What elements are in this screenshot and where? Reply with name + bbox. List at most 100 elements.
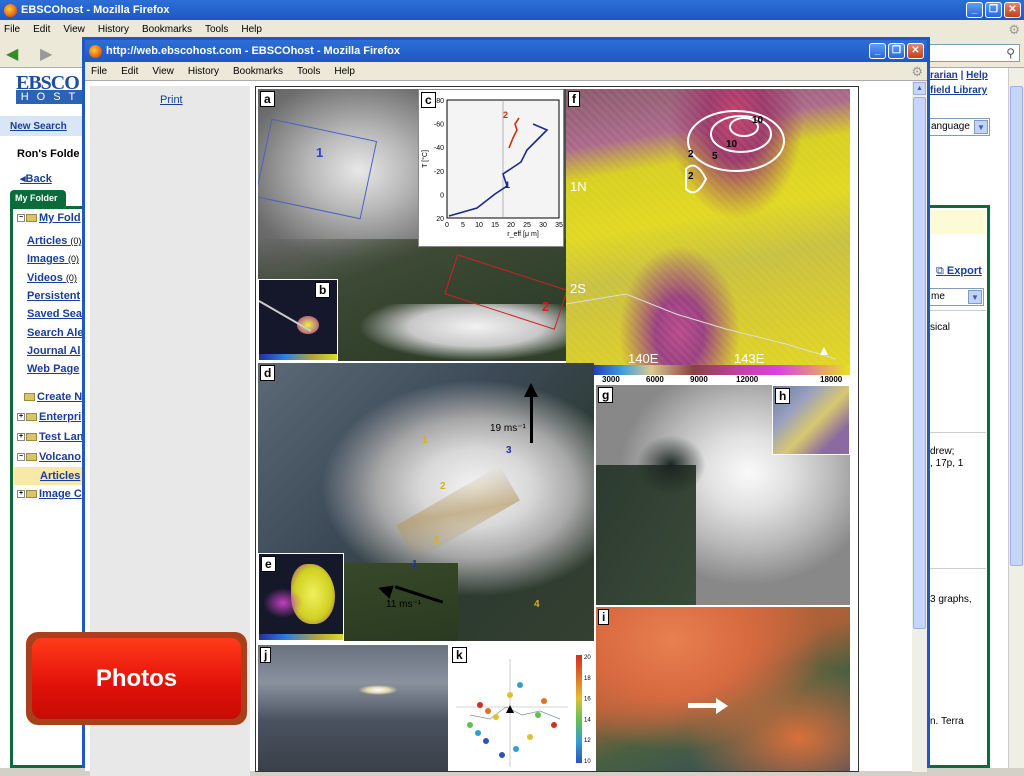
popup-menu-edit[interactable]: Edit — [121, 66, 138, 77]
result-text: , 17p, 1 — [930, 458, 964, 469]
expand-icon[interactable]: + — [17, 433, 25, 442]
print-link[interactable]: Print — [160, 94, 183, 106]
volcano-marker — [506, 705, 514, 713]
volcano-figure: 1 2 a b -80 -60 -40 -20 0 20 0 5 10 15 20 25 30 35 T [… — [255, 86, 859, 772]
panel-c-label: c — [421, 92, 436, 108]
outer-menu-help[interactable]: Help — [241, 24, 262, 35]
popup-close-button[interactable]: ✕ — [907, 43, 924, 59]
outer-scroll-thumb[interactable] — [1010, 86, 1023, 566]
forward-arrow-icon[interactable]: ▶ — [40, 44, 60, 63]
result-text: sical — [930, 322, 951, 333]
colorbar-tick-label: 10 — [584, 759, 591, 765]
library-link[interactable]: field Library — [930, 85, 987, 96]
collapse-icon[interactable]: − — [17, 214, 25, 223]
firefox-icon — [4, 3, 17, 17]
scatter-point — [527, 734, 533, 740]
outer-menu-view[interactable]: View — [63, 24, 85, 35]
outer-minimize-button[interactable]: _ — [966, 2, 983, 18]
expand-icon[interactable]: + — [17, 413, 25, 422]
popup-menu-view[interactable]: View — [152, 66, 174, 77]
folder-item-videos[interactable]: Videos (0) — [27, 272, 77, 284]
search-icon: ⚲ — [1006, 46, 1015, 60]
outer-close-button[interactable]: ✕ — [1004, 2, 1021, 18]
arrow-head-icon — [716, 698, 728, 714]
outer-menu-history[interactable]: History — [98, 24, 129, 35]
popup-menu-file[interactable]: File — [91, 66, 107, 77]
outer-menu-edit[interactable]: Edit — [33, 24, 50, 35]
folder-item-my-folder[interactable]: − My Fold — [17, 212, 81, 224]
expand-icon[interactable]: + — [17, 490, 25, 499]
folder-item-saved-searches[interactable]: Saved Sea — [27, 308, 82, 320]
panel-f-label: f — [568, 91, 580, 107]
popup-scrollbar[interactable]: ▲ — [912, 81, 927, 772]
region-box-1 — [258, 118, 378, 220]
my-folder-tab[interactable]: My Folder — [10, 190, 66, 206]
scatter-point — [477, 702, 483, 708]
outer-search-input[interactable]: ⚲ — [924, 44, 1020, 62]
new-search-link[interactable]: New Search — [10, 121, 67, 132]
folder-icon — [26, 214, 37, 223]
x-tick-label: 15 — [491, 222, 499, 229]
popup-menu-history[interactable]: History — [188, 66, 219, 77]
back-link[interactable]: ◂Back — [20, 172, 52, 185]
panel-j-label: j — [260, 647, 272, 663]
popup-menu-tools[interactable]: Tools — [297, 66, 320, 77]
librarian-link[interactable]: rarian — [930, 70, 958, 81]
outer-maximize-button[interactable]: ❐ — [985, 2, 1002, 18]
folder-item-search-alerts[interactable]: Search Ale — [27, 327, 83, 339]
outer-menu-tools[interactable]: Tools — [205, 24, 228, 35]
results-header-bar — [928, 210, 986, 234]
photos-button[interactable]: Photos — [26, 632, 247, 725]
folder-item-volcano[interactable]: − Volcano — [17, 451, 81, 463]
outer-menu-bookmarks[interactable]: Bookmarks — [142, 24, 192, 35]
popup-title-bar: http://web.ebscohost.com - EBSCOhost - M… — [85, 40, 927, 62]
photos-button-label: Photos — [32, 638, 241, 719]
popup-menu-bookmarks[interactable]: Bookmarks — [233, 66, 283, 77]
popup-menu-help[interactable]: Help — [334, 66, 355, 77]
popup-scroll-thumb[interactable] — [913, 97, 926, 629]
scatter-point — [507, 692, 513, 698]
x-tick-label: 0 — [445, 222, 449, 229]
folder-item-web-pages[interactable]: Web Page — [27, 363, 79, 375]
popup-minimize-button[interactable]: _ — [869, 43, 886, 59]
sort-select[interactable]: me ▼ — [928, 288, 984, 306]
export-link[interactable]: ⧉ Export — [936, 265, 982, 278]
scatter-point — [517, 682, 523, 688]
panel-k-label: k — [452, 647, 467, 663]
outer-scrollbar[interactable] — [1008, 68, 1024, 768]
folder-item-persistent[interactable]: Persistent — [27, 290, 80, 302]
folder-item-volcano-articles[interactable]: Articles — [40, 470, 80, 482]
panel-b: b — [258, 279, 338, 361]
contour-overlay — [566, 110, 837, 360]
folder-item-image-collection[interactable]: + Image C — [17, 488, 82, 500]
folder-item-articles[interactable]: Articles (0) — [27, 235, 81, 247]
folder-item-test-lan[interactable]: + Test Lan — [17, 431, 83, 443]
back-arrow-icon[interactable]: ◀ — [6, 44, 26, 63]
temperature-reff-chart: -80-60-40-200200 5 10 15 20 25 30 35T [°C]r_eff… — [421, 98, 563, 238]
outer-title-bar: EBSCOhost - Mozilla Firefox _ ❐ ✕ — [0, 0, 1024, 20]
help-link[interactable]: Help — [966, 70, 988, 81]
popup-maximize-button[interactable]: ❐ — [888, 43, 905, 59]
outer-menu-bar: File Edit View History Bookmarks Tools H… — [0, 20, 1024, 38]
colorbar-tick-label: 18 — [584, 676, 591, 682]
language-select[interactable]: anguage ▼ — [928, 118, 990, 136]
panel-f: 10 10 5 2 2 1N 2S 140E 143E f — [566, 89, 850, 375]
folder-item-enterprise[interactable]: + Enterpri — [17, 411, 81, 423]
folder-item-images[interactable]: Images (0) — [27, 253, 79, 265]
folder-item-journal-alerts[interactable]: Journal Al — [27, 345, 80, 357]
top-right-links: rarian | Help field Library — [930, 70, 988, 96]
popup-menu-bar: File Edit View History Bookmarks Tools H… — [85, 62, 927, 80]
x-tick-label: 10 — [475, 222, 483, 229]
folder-title: Ron's Folde — [17, 148, 80, 160]
outer-menu-file[interactable]: File — [4, 24, 20, 35]
scatter-point — [551, 722, 557, 728]
collapse-icon[interactable]: − — [17, 453, 25, 462]
y-tick-label: -20 — [434, 169, 444, 176]
scroll-up-icon[interactable]: ▲ — [913, 82, 926, 95]
y-axis-label: T [°C] — [421, 150, 429, 168]
popup-window-title: http://web.ebscohost.com - EBSCOhost - M… — [106, 45, 400, 57]
y-tick-label: 20 — [436, 216, 444, 223]
panel-e-label: e — [261, 556, 276, 572]
scatter-point — [475, 730, 481, 736]
folder-item-create-new[interactable]: Create N — [24, 391, 82, 403]
